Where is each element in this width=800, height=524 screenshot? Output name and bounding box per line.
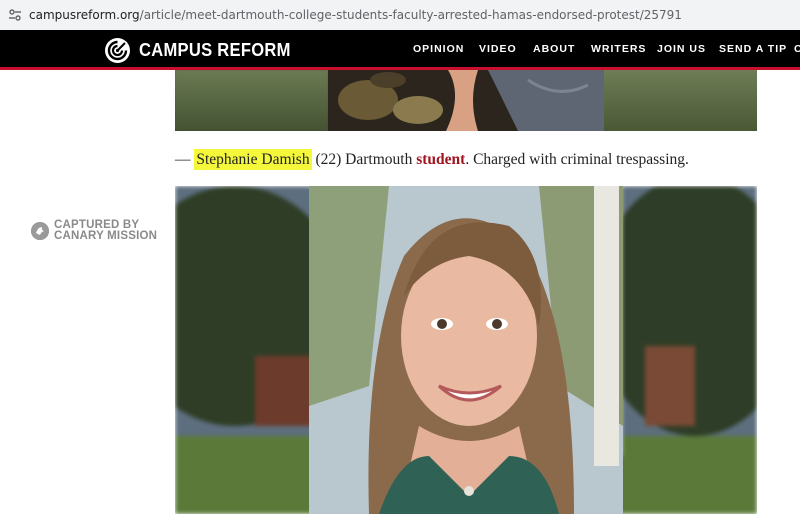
- site-header: CAMPUS REFORM OPINION VIDEO ABOUT WRITER…: [0, 30, 800, 70]
- article-photo: [175, 186, 757, 514]
- url-text[interactable]: campusreform.org/article/meet-dartmouth-…: [29, 8, 682, 22]
- nav-video[interactable]: VIDEO: [479, 43, 517, 55]
- previous-photo: [175, 70, 757, 131]
- address-bar[interactable]: campusreform.org/article/meet-dartmouth-…: [0, 0, 800, 30]
- nav-join-us[interactable]: JOIN US: [657, 43, 706, 55]
- nav-about[interactable]: ABOUT: [533, 43, 575, 55]
- site-logo[interactable]: CAMPUS REFORM: [105, 38, 304, 63]
- photo-blur-left: [175, 70, 328, 131]
- url-domain: campusreform.org: [29, 8, 140, 22]
- campus-reform-logo-icon: [105, 38, 130, 63]
- logo-text: CAMPUS REFORM: [139, 40, 291, 60]
- captured-by-text: CAPTURED BY CANARY MISSION: [54, 219, 158, 242]
- caption-rest: . Charged with criminal trespassing.: [465, 151, 689, 168]
- nav-opinion[interactable]: OPINION: [413, 43, 464, 55]
- captured-by-line2: CANARY MISSION: [54, 230, 158, 242]
- nav-writers[interactable]: WRITERS: [591, 43, 646, 55]
- photo-center: [328, 70, 604, 131]
- caption-keyword-link[interactable]: student: [416, 151, 465, 168]
- url-path: /article/meet-dartmouth-college-students…: [139, 8, 682, 22]
- photo-blur-right: [604, 70, 757, 131]
- caption-dash: —: [175, 151, 195, 168]
- portrait-photo: [309, 186, 623, 514]
- caption-name-highlight: Stephanie Damish: [194, 149, 312, 170]
- captured-by-badge[interactable]: CAPTURED BY CANARY MISSION: [31, 219, 158, 242]
- canary-mission-icon: [31, 222, 49, 240]
- caption-age: (22) Dartmouth: [311, 151, 417, 168]
- nav-overflow[interactable]: C: [794, 43, 800, 55]
- photo-caption: — Stephanie Damish (22) Dartmouth studen…: [175, 149, 689, 170]
- nav-send-a-tip[interactable]: SEND A TIP: [719, 43, 787, 55]
- site-info-icon[interactable]: [8, 8, 22, 22]
